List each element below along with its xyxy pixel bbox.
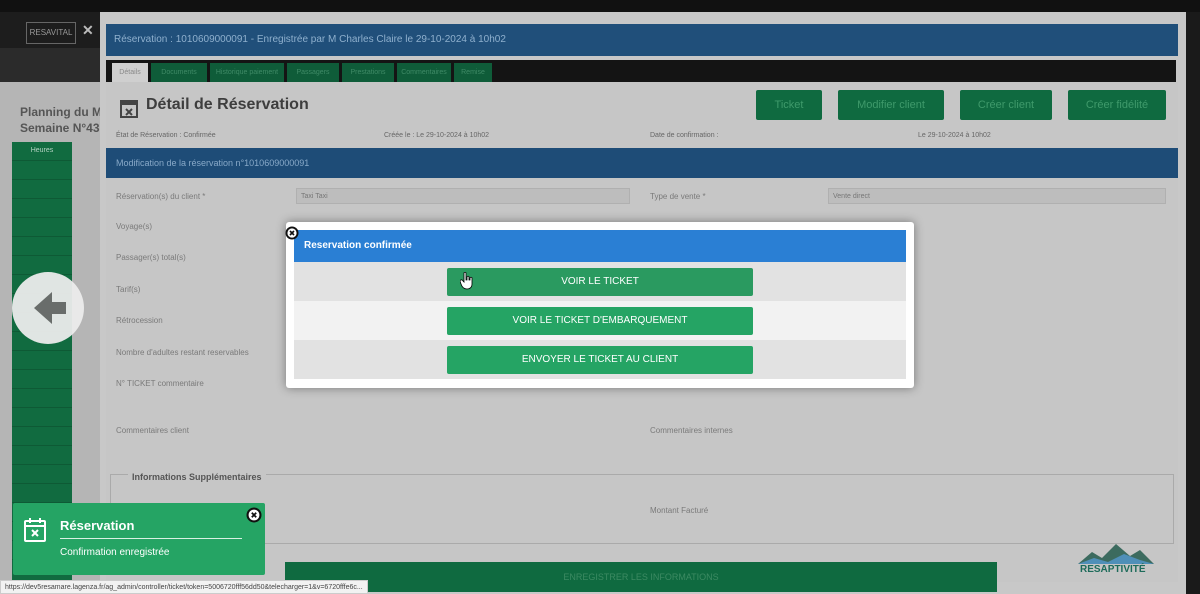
confirmation-modal: Reservation confirmée VOIR LE TICKET VOI… <box>285 222 914 388</box>
planning-row[interactable] <box>12 237 72 256</box>
left-toolbar <box>0 48 100 82</box>
modal-row: VOIR LE TICKET D'EMBARQUEMENT <box>294 301 906 340</box>
page-title: Détail de Réservation <box>146 96 309 113</box>
client-select[interactable]: Taxi Taxi <box>296 188 630 204</box>
toast-message: Confirmation enregistrée <box>60 547 170 558</box>
planning-row[interactable] <box>12 389 72 408</box>
brand-logo-text: RESAPTIVITÉ <box>1080 564 1146 575</box>
planning-row[interactable] <box>12 161 72 180</box>
modal-row: VOIR LE TICKET <box>294 262 906 301</box>
label-retrocession: Rétrocession <box>116 316 163 325</box>
planning-row[interactable] <box>12 199 72 218</box>
close-icon[interactable]: ✕ <box>82 22 94 39</box>
label-passagers: Passager(s) total(s) <box>116 253 186 262</box>
modal-row: ENVOYER LE TICKET AU CLIENT <box>294 340 906 379</box>
planning-row[interactable] <box>12 446 72 465</box>
info-supp-title: Informations Supplémentaires <box>128 472 266 482</box>
modification-banner: Modification de la réservation n°1010609… <box>106 148 1178 178</box>
tab-remise[interactable]: Remise <box>454 63 492 82</box>
type-vente-select[interactable]: Vente direct <box>828 188 1166 204</box>
date-confirmation-label: Date de confirmation : <box>650 132 719 139</box>
tab-prestations[interactable]: Prestations <box>342 63 394 82</box>
etat-reservation: État de Réservation : Confirmée <box>116 132 216 139</box>
envoyer-ticket-client-button[interactable]: ENVOYER LE TICKET AU CLIENT <box>447 346 753 374</box>
modifier-client-button[interactable]: Modifier client <box>838 90 944 120</box>
label-montant: Montant Facturé <box>650 506 709 515</box>
planning-row[interactable] <box>12 180 72 199</box>
calendar-icon <box>24 518 46 542</box>
status-url: https://dev5resamare.lagenza.fr/ag_admin… <box>0 580 368 594</box>
back-arrow-button[interactable] <box>12 272 84 344</box>
arrow-left-icon <box>34 292 66 324</box>
voir-ticket-button[interactable]: VOIR LE TICKET <box>447 268 753 296</box>
creer-fidelite-button[interactable]: Créer fidélité <box>1068 90 1166 120</box>
planning-row[interactable] <box>12 351 72 370</box>
label-commentaires-internes: Commentaires internes <box>650 426 733 435</box>
ticket-button[interactable]: Ticket <box>756 90 822 120</box>
top-bar <box>0 0 1200 12</box>
hand-cursor-icon <box>460 272 473 290</box>
planning-row[interactable] <box>12 427 72 446</box>
app-logo: RESAVITAL <box>26 22 76 44</box>
label-voyages: Voyage(s) <box>116 222 153 231</box>
toast-close-icon[interactable] <box>246 507 262 523</box>
save-button[interactable]: ENREGISTRER LES INFORMATIONS <box>285 562 997 592</box>
tab-bar: Détails Documents Historique paiement Pa… <box>106 60 1176 82</box>
planning-row[interactable] <box>12 408 72 427</box>
label-commentaires-client: Commentaires client <box>116 426 189 435</box>
planning-row[interactable] <box>12 465 72 484</box>
planning-row[interactable] <box>12 218 72 237</box>
tab-details[interactable]: Détails <box>112 63 148 82</box>
label-ticket-commentaire: N° TICKET commentaire <box>116 379 204 388</box>
creee-le: Créée le : Le 29-10-2024 à 10h02 <box>384 132 490 139</box>
planning-row[interactable] <box>12 484 72 503</box>
modal-title: Reservation confirmée <box>294 230 906 262</box>
label-tarifs: Tarif(s) <box>116 285 141 294</box>
creer-client-button[interactable]: Créer client <box>960 90 1052 120</box>
notification-toast: Réservation Confirmation enregistrée <box>13 503 265 575</box>
tab-documents[interactable]: Documents <box>151 63 207 82</box>
planning-row[interactable]: Heures <box>12 142 72 161</box>
toast-divider <box>60 538 242 539</box>
tab-passagers[interactable]: Passagers <box>287 63 339 82</box>
voir-ticket-embarquement-button[interactable]: VOIR LE TICKET D'EMBARQUEMENT <box>447 307 753 335</box>
tab-historique[interactable]: Historique paiement <box>210 63 284 82</box>
info-supp-fieldset <box>110 474 1174 544</box>
label-type-vente: Type de vente * <box>650 192 706 201</box>
toast-title: Réservation <box>60 518 135 533</box>
label-reservation-client: Réservation(s) du client * <box>116 192 206 201</box>
planning-row[interactable] <box>12 370 72 389</box>
modal-close-icon[interactable] <box>285 226 299 240</box>
tab-commentaires[interactable]: Commentaires <box>397 63 451 82</box>
reservation-banner: Réservation : 1010609000091 - Enregistré… <box>106 24 1178 56</box>
date-confirmation-value: Le 29-10-2024 à 10h02 <box>918 132 991 139</box>
label-adultes-restants: Nombre d'adultes restant reservables <box>116 348 249 357</box>
